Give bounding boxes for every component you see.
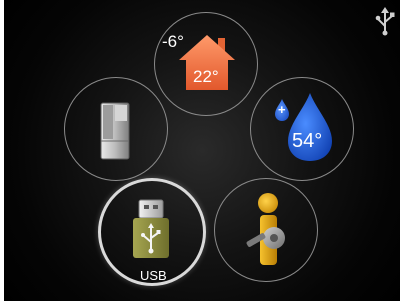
display-panel: -6° 22° + 54° USB [4,0,400,301]
menu-item-hot-water[interactable]: + 54° [250,77,354,181]
usb-label: USB [140,268,167,283]
usb-stick-icon [133,199,169,258]
service-person-icon [246,193,285,265]
heat-pump-display-screen: -6° 22° + 54° USB [0,0,400,301]
outdoor-temperature: -6° [162,32,184,51]
menu-item-service[interactable] [214,178,318,282]
hot-water-temperature: 54° [292,130,323,152]
room-temperature: 22° [193,67,219,86]
usb-connected-icon [375,7,395,36]
menu-item-indoor-climate[interactable]: -6° 22° [154,12,258,116]
menu-item-usb[interactable]: USB [98,178,206,286]
menu-item-heat-pump[interactable] [64,77,168,181]
heat-pump-unit-icon [100,102,130,160]
hot-water-plus: + [278,102,286,117]
